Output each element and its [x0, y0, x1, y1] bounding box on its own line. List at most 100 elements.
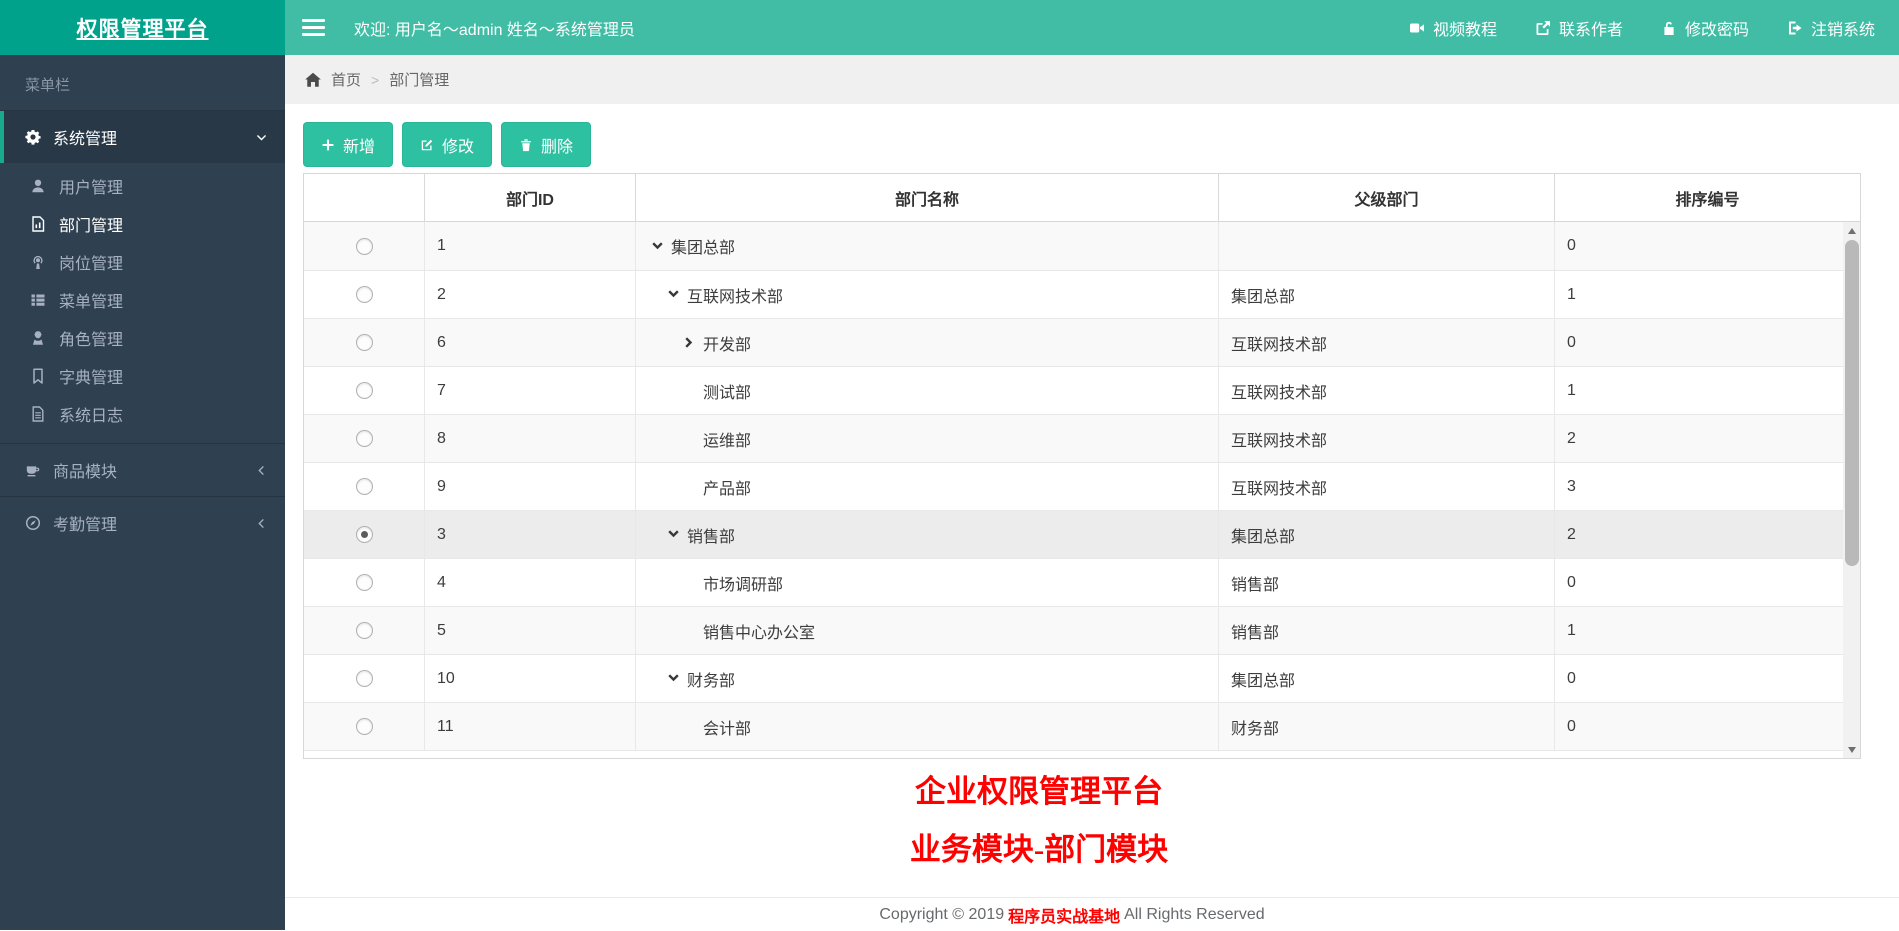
caret-right-icon[interactable]	[682, 335, 697, 350]
sidebar-item-system-management[interactable]: 系统管理	[0, 111, 285, 163]
row-radio[interactable]	[356, 286, 373, 303]
add-icon	[321, 138, 335, 152]
contact-author-link[interactable]: 联系作者	[1535, 16, 1623, 40]
table-row[interactable]: 1集团总部0	[304, 222, 1860, 270]
welcome-text: 欢迎: 用户名～admin 姓名～系统管理员	[354, 16, 635, 40]
toolbar: 新增 修改 删除	[303, 122, 591, 167]
copyright-brand: 程序员实战基地	[1008, 903, 1120, 927]
menu-toggle-icon[interactable]	[302, 15, 325, 40]
cell-sort-order: 0	[1554, 655, 1860, 702]
row-radio[interactable]	[356, 382, 373, 399]
sidebar-item-menu-management[interactable]: 菜单管理	[0, 281, 285, 319]
sidebar-item-label: 用户管理	[59, 174, 123, 198]
row-radio[interactable]	[356, 622, 373, 639]
sidebar-section-goods-module: 商品模块	[0, 443, 285, 496]
delete-button[interactable]: 删除	[501, 122, 591, 167]
table-row[interactable]: 7测试部互联网技术部1	[304, 366, 1860, 414]
cell-dept-id: 11	[424, 703, 635, 750]
cell-dept-name: 运维部	[635, 415, 1218, 462]
cell-parent-dept: 集团总部	[1218, 655, 1554, 702]
cell-dept-id: 3	[424, 511, 635, 558]
column-header: 父级部门	[1218, 174, 1554, 221]
sidebar-section-attendance-management: 考勤管理	[0, 496, 285, 549]
footer-banner: 企业权限管理平台 业务模块-部门模块	[285, 770, 1793, 872]
table-row[interactable]: 10财务部集团总部0	[304, 654, 1860, 702]
add-button[interactable]: 新增	[303, 122, 393, 167]
button-label: 修改	[442, 133, 474, 157]
cell-dept-id: 10	[424, 655, 635, 702]
scroll-up-button[interactable]	[1843, 222, 1860, 239]
table-row[interactable]: 3销售部集团总部2	[304, 510, 1860, 558]
sidebar-item-goods-module[interactable]: 商品模块	[0, 444, 285, 496]
sidebar-item-label: 商品模块	[53, 458, 117, 482]
logout-link[interactable]: 注销系统	[1787, 16, 1875, 40]
cell-dept-id: 5	[424, 607, 635, 654]
sidebar-item-label: 字典管理	[59, 364, 123, 388]
caret-down-icon[interactable]	[666, 527, 681, 542]
system-management-icon	[25, 129, 41, 145]
dept-name-text: 运维部	[703, 427, 751, 451]
table-row[interactable]: 11会计部财务部0	[304, 702, 1860, 750]
table-row[interactable]: 4市场调研部销售部0	[304, 558, 1860, 606]
cell-dept-name: 财务部	[635, 655, 1218, 702]
sidebar-item-role-management[interactable]: 角色管理	[0, 319, 285, 357]
change-password-link[interactable]: 修改密码	[1661, 16, 1749, 40]
row-radio[interactable]	[356, 334, 373, 351]
topbar: 欢迎: 用户名～admin 姓名～系统管理员 视频教程 联系作者 修改密码 注销系统	[285, 0, 1899, 55]
cell-parent-dept: 互联网技术部	[1218, 463, 1554, 510]
sidebar-item-user-management[interactable]: 用户管理	[0, 167, 285, 205]
caret-down-icon[interactable]	[666, 671, 681, 686]
table-row[interactable]: 5销售中心办公室销售部1	[304, 606, 1860, 654]
banner-line-1: 企业权限管理平台	[285, 770, 1793, 814]
scrollbar-thumb[interactable]	[1845, 240, 1859, 566]
dept-name-text: 产品部	[703, 475, 751, 499]
change-password-icon	[1661, 20, 1677, 36]
cell-parent-dept: 销售部	[1218, 607, 1554, 654]
row-radio[interactable]	[356, 526, 373, 543]
cell-dept-name: 产品部	[635, 463, 1218, 510]
breadcrumb-separator: >	[371, 72, 379, 88]
caret-down-icon[interactable]	[650, 239, 665, 254]
department-management-icon	[30, 216, 46, 232]
cell-sort-order: 0	[1554, 319, 1860, 366]
row-radio[interactable]	[356, 478, 373, 495]
breadcrumb: 首页 > 部门管理	[285, 55, 1899, 104]
table-row[interactable]: 6开发部互联网技术部0	[304, 318, 1860, 366]
table-row[interactable]: 2互联网技术部集团总部1	[304, 270, 1860, 318]
row-radio[interactable]	[356, 430, 373, 447]
dept-name-text: 测试部	[703, 379, 751, 403]
video-tutorial-icon	[1409, 20, 1425, 36]
video-tutorial-link[interactable]: 视频教程	[1409, 16, 1497, 40]
cell-dept-id: 4	[424, 559, 635, 606]
sidebar-submenu: 用户管理部门管理岗位管理菜单管理角色管理字典管理系统日志	[0, 163, 285, 443]
cell-dept-id: 2	[424, 271, 635, 318]
dept-name-text: 销售部	[687, 523, 735, 547]
cell-sort-order: 0	[1554, 559, 1860, 606]
cell-select	[304, 319, 424, 366]
caret-down-icon[interactable]	[666, 287, 681, 302]
contact-author-icon	[1535, 20, 1551, 36]
row-radio[interactable]	[356, 718, 373, 735]
table-row[interactable]: 8运维部互联网技术部2	[304, 414, 1860, 462]
sidebar-item-system-log[interactable]: 系统日志	[0, 395, 285, 433]
breadcrumb-home[interactable]: 首页	[331, 69, 361, 90]
cell-select	[304, 559, 424, 606]
edit-button[interactable]: 修改	[402, 122, 492, 167]
row-radio[interactable]	[356, 574, 373, 591]
edit-icon	[420, 138, 434, 152]
cell-select	[304, 703, 424, 750]
sidebar-item-department-management[interactable]: 部门管理	[0, 205, 285, 243]
app-title: 权限管理平台	[77, 13, 209, 43]
table-row[interactable]: 9产品部互联网技术部3	[304, 462, 1860, 510]
app-logo: 权限管理平台	[0, 0, 285, 55]
cell-sort-order: 1	[1554, 607, 1860, 654]
sidebar-item-attendance-management[interactable]: 考勤管理	[0, 497, 285, 549]
sidebar-item-dict-management[interactable]: 字典管理	[0, 357, 285, 395]
sidebar-item-post-management[interactable]: 岗位管理	[0, 243, 285, 281]
row-radio[interactable]	[356, 238, 373, 255]
cell-select	[304, 415, 424, 462]
cell-dept-id: 1	[424, 222, 635, 270]
row-radio[interactable]	[356, 670, 373, 687]
cell-select	[304, 271, 424, 318]
scroll-down-button[interactable]	[1843, 741, 1860, 758]
